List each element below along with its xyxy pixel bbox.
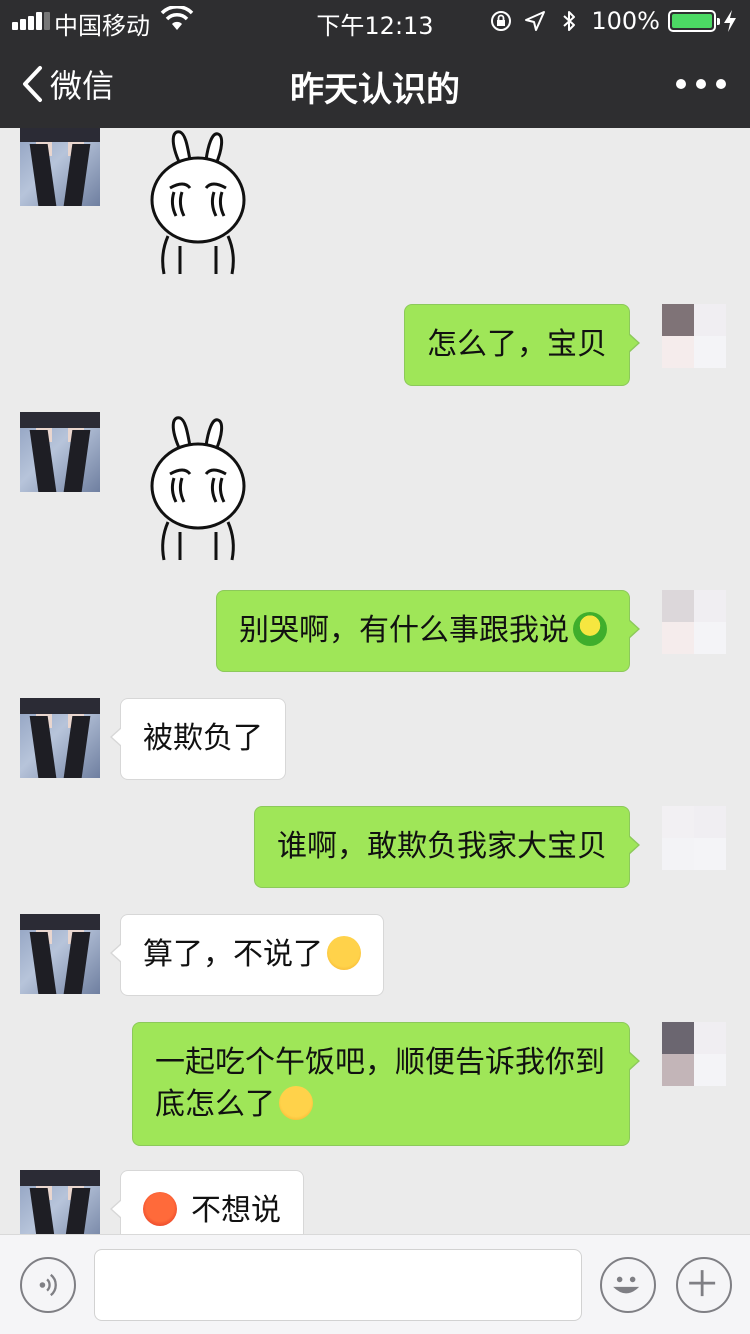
- orientation-lock-icon: [491, 11, 512, 31]
- contact-avatar[interactable]: [20, 698, 100, 778]
- battery-percent: 100%: [591, 7, 660, 35]
- message-text: 一起吃个午饭吧，顺便告诉我你到底怎么了: [155, 1045, 605, 1122]
- top-bar: 中国移动 下午12:13 100% 微信 昨天认识的: [0, 0, 750, 128]
- battery-level: [672, 14, 712, 28]
- voice-input-button[interactable]: [20, 1257, 76, 1313]
- voice-wave-icon: [39, 1273, 57, 1297]
- unamused-face-emoji: [327, 936, 361, 970]
- my-avatar[interactable]: [662, 1006, 730, 1094]
- outgoing-message[interactable]: 谁啊，敢欺负我家大宝贝: [254, 806, 640, 888]
- more-functions-button[interactable]: [676, 1257, 732, 1313]
- status-bar: 中国移动 下午12:13 100%: [0, 0, 750, 40]
- message-text: 谁啊，敢欺负我家大宝贝: [277, 829, 607, 864]
- crying-rabbit-sticker[interactable]: [140, 414, 256, 564]
- contact-avatar[interactable]: [20, 128, 100, 206]
- message-text: 不想说: [191, 1193, 281, 1228]
- incoming-message[interactable]: 算了，不说了: [110, 914, 384, 996]
- charging-bolt-icon: [724, 10, 736, 32]
- battery-icon: [668, 10, 720, 32]
- more-dots-icon: [676, 79, 686, 89]
- input-bar: [0, 1234, 750, 1334]
- contact-avatar[interactable]: [20, 914, 100, 994]
- contact-avatar[interactable]: [20, 412, 100, 492]
- angry-face-emoji: [143, 1192, 177, 1226]
- bluetooth-icon: [563, 11, 576, 31]
- message-text: 怎么了，宝贝: [427, 327, 607, 362]
- message-text: 被欺负了: [143, 721, 263, 756]
- navigation-bar: 微信 昨天认识的: [0, 40, 750, 128]
- outgoing-message[interactable]: 别哭啊，有什么事跟我说: [216, 590, 640, 672]
- location-arrow-icon: [525, 11, 546, 31]
- my-avatar[interactable]: [662, 790, 730, 878]
- kissing-face-emoji: [279, 1086, 313, 1120]
- chat-title: 昨天认识的: [290, 70, 460, 110]
- smiley-icon: [613, 1276, 640, 1294]
- outgoing-message[interactable]: 怎么了，宝贝: [404, 304, 640, 386]
- message-list[interactable]: 怎么了，宝贝 别哭啊，有什么事跟我说 被欺负了 谁啊，敢欺负我家大宝贝 算了，不…: [0, 128, 750, 1234]
- message-input[interactable]: [94, 1249, 582, 1321]
- incoming-message[interactable]: 不想说: [110, 1170, 304, 1234]
- message-text: 别哭啊，有什么事跟我说: [239, 613, 569, 648]
- emoji-button[interactable]: [600, 1257, 656, 1313]
- message-text: 算了，不说了: [143, 937, 323, 972]
- green-frog-emoji: [573, 612, 607, 646]
- outgoing-message[interactable]: 一起吃个午饭吧，顺便告诉我你到底怎么了: [132, 1022, 640, 1146]
- incoming-message[interactable]: 被欺负了: [110, 698, 286, 780]
- crying-rabbit-sticker[interactable]: [140, 128, 256, 278]
- plus-icon: [689, 1270, 716, 1297]
- contact-avatar[interactable]: [20, 1170, 100, 1234]
- status-icons: 100%: [489, 6, 750, 36]
- my-avatar[interactable]: [662, 288, 730, 376]
- more-options-button[interactable]: [676, 62, 726, 106]
- chat-screen: 中国移动 下午12:13 100% 微信 昨天认识的 怎么了，宝贝 别哭啊，有什…: [0, 0, 750, 1334]
- my-avatar[interactable]: [662, 574, 730, 662]
